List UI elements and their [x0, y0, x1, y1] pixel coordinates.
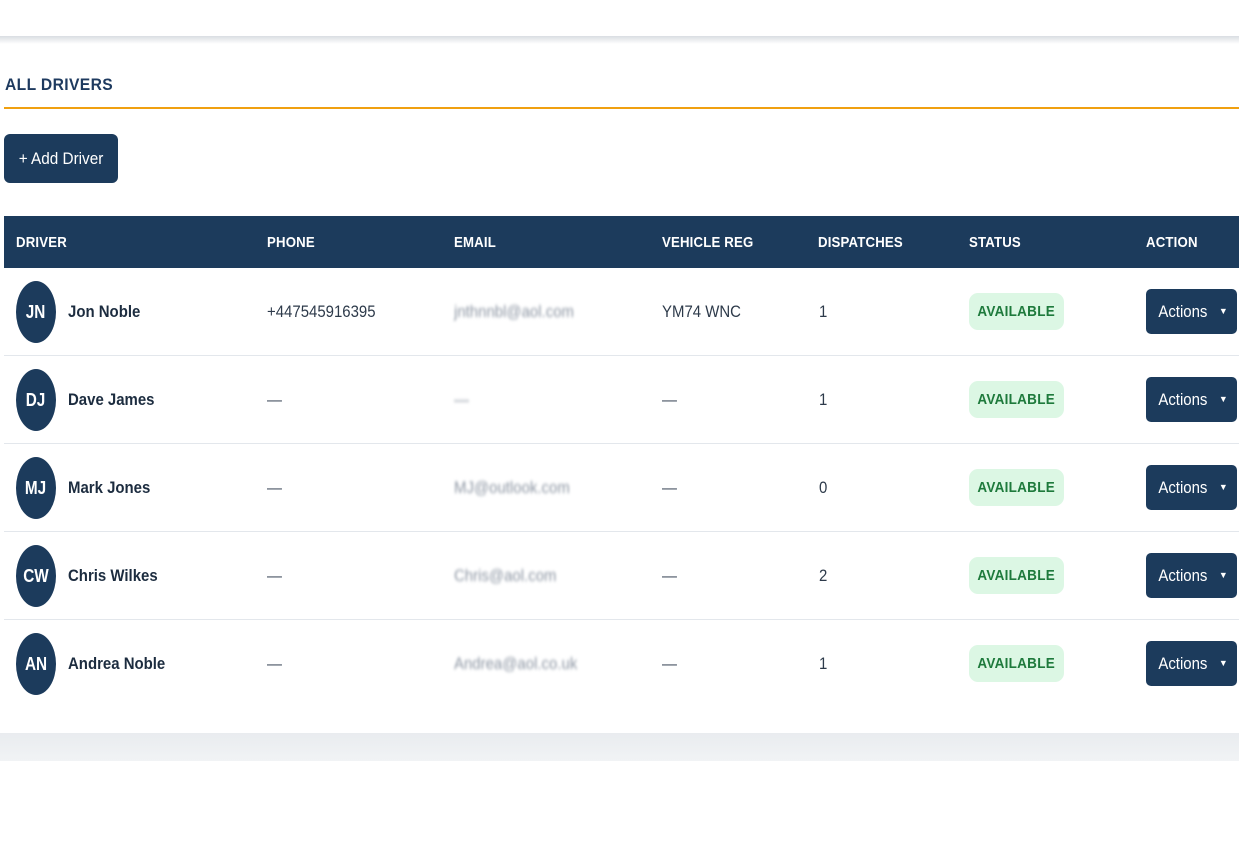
actions-button-label: Actions [1158, 301, 1208, 321]
drivers-table: DRIVER PHONE EMAIL VEHICLE REG DISPATCHE… [4, 216, 1239, 708]
header-action: ACTION [1146, 234, 1198, 251]
caret-down-icon: ▼ [1218, 570, 1228, 580]
footer-bar [0, 733, 1239, 761]
avatar: DJ [16, 369, 56, 431]
driver-email: jnthnnbl@aol.com [454, 302, 574, 321]
status-badge: AVAILABLE [969, 293, 1064, 330]
driver-phone: +447545916395 [267, 302, 376, 321]
page-title: ALL DRIVERS [5, 75, 114, 94]
status-badge: AVAILABLE [969, 645, 1064, 682]
caret-down-icon: ▼ [1218, 658, 1228, 668]
table-row: JN Jon Noble +447545916395 jnthnnbl@aol.com… [4, 268, 1239, 356]
driver-dispatches: 0 [819, 478, 828, 497]
driver-name: Chris Wilkes [68, 566, 158, 585]
table-body: JN Jon Noble +447545916395 jnthnnbl@aol.com… [4, 268, 1239, 708]
header-email: EMAIL [454, 234, 496, 251]
table-row: CW Chris Wilkes — Chris@aol.com — 2 AVAILABLE A… [4, 532, 1239, 620]
driver-vehicle-reg: YM74 WNC [662, 302, 741, 321]
actions-dropdown-button[interactable]: Actions ▼ [1146, 289, 1237, 334]
header-dispatches: DISPATCHES [818, 234, 903, 251]
caret-down-icon: ▼ [1218, 394, 1228, 404]
status-badge-label: AVAILABLE [977, 655, 1056, 672]
table-header-row: DRIVER PHONE EMAIL VEHICLE REG DISPATCHE… [4, 216, 1239, 268]
header-driver: DRIVER [16, 234, 67, 251]
status-badge-label: AVAILABLE [977, 303, 1056, 320]
avatar-initials: AN [24, 653, 48, 674]
avatar: AN [16, 633, 56, 695]
actions-button-label: Actions [1158, 565, 1208, 585]
driver-name: Dave James [68, 390, 155, 409]
header-status: STATUS [969, 234, 1021, 251]
status-badge: AVAILABLE [969, 557, 1064, 594]
driver-vehicle-reg: — [662, 478, 677, 497]
avatar: JN [16, 281, 56, 343]
avatar: CW [16, 545, 56, 607]
driver-dispatches: 1 [819, 302, 828, 321]
driver-name: Mark Jones [68, 478, 151, 497]
header-phone: PHONE [267, 234, 315, 251]
table-row: MJ Mark Jones — MJ@outlook.com — 0 AVAILABLE Ac… [4, 444, 1239, 532]
status-badge-label: AVAILABLE [977, 479, 1056, 496]
add-driver-button-label: + Add Driver [18, 148, 104, 168]
avatar-initials: DJ [26, 389, 46, 410]
table-row: DJ Dave James — — — 1 AVAILABLE Actions ▼ [4, 356, 1239, 444]
actions-dropdown-button[interactable]: Actions ▼ [1146, 377, 1237, 422]
driver-dispatches: 1 [819, 390, 828, 409]
avatar-initials: MJ [25, 477, 47, 498]
driver-vehicle-reg: — [662, 390, 677, 409]
caret-down-icon: ▼ [1218, 306, 1228, 316]
driver-vehicle-reg: — [662, 654, 677, 673]
driver-phone: — [267, 566, 282, 585]
driver-name: Jon Noble [68, 302, 141, 321]
driver-dispatches: 1 [819, 654, 828, 673]
driver-email: Chris@aol.com [454, 566, 557, 585]
actions-dropdown-button[interactable]: Actions ▼ [1146, 465, 1237, 510]
driver-phone: — [267, 478, 282, 497]
status-badge: AVAILABLE [969, 381, 1064, 418]
status-badge-label: AVAILABLE [977, 391, 1056, 408]
avatar: MJ [16, 457, 56, 519]
header-vehicle-reg: VEHICLE REG [662, 234, 754, 251]
driver-vehicle-reg: — [662, 566, 677, 585]
avatar-initials: CW [23, 565, 49, 586]
avatar-initials: JN [26, 301, 46, 322]
driver-name: Andrea Noble [68, 654, 166, 673]
driver-email: Andrea@aol.co.uk [454, 654, 578, 673]
add-driver-button[interactable]: + Add Driver [4, 134, 118, 183]
title-underline [4, 107, 1239, 109]
status-badge-label: AVAILABLE [977, 567, 1056, 584]
driver-dispatches: 2 [819, 566, 828, 585]
table-row: AN Andrea Noble — Andrea@aol.co.uk — 1 AVAILAB… [4, 620, 1239, 708]
caret-down-icon: ▼ [1218, 482, 1228, 492]
driver-email: — [454, 390, 469, 409]
actions-dropdown-button[interactable]: Actions ▼ [1146, 641, 1237, 686]
actions-button-label: Actions [1158, 477, 1208, 497]
actions-button-label: Actions [1158, 389, 1208, 409]
top-shadow-divider [0, 36, 1239, 44]
driver-phone: — [267, 390, 282, 409]
driver-email: MJ@outlook.com [454, 478, 570, 497]
status-badge: AVAILABLE [969, 469, 1064, 506]
actions-button-label: Actions [1158, 653, 1208, 673]
driver-phone: — [267, 654, 282, 673]
actions-dropdown-button[interactable]: Actions ▼ [1146, 553, 1237, 598]
